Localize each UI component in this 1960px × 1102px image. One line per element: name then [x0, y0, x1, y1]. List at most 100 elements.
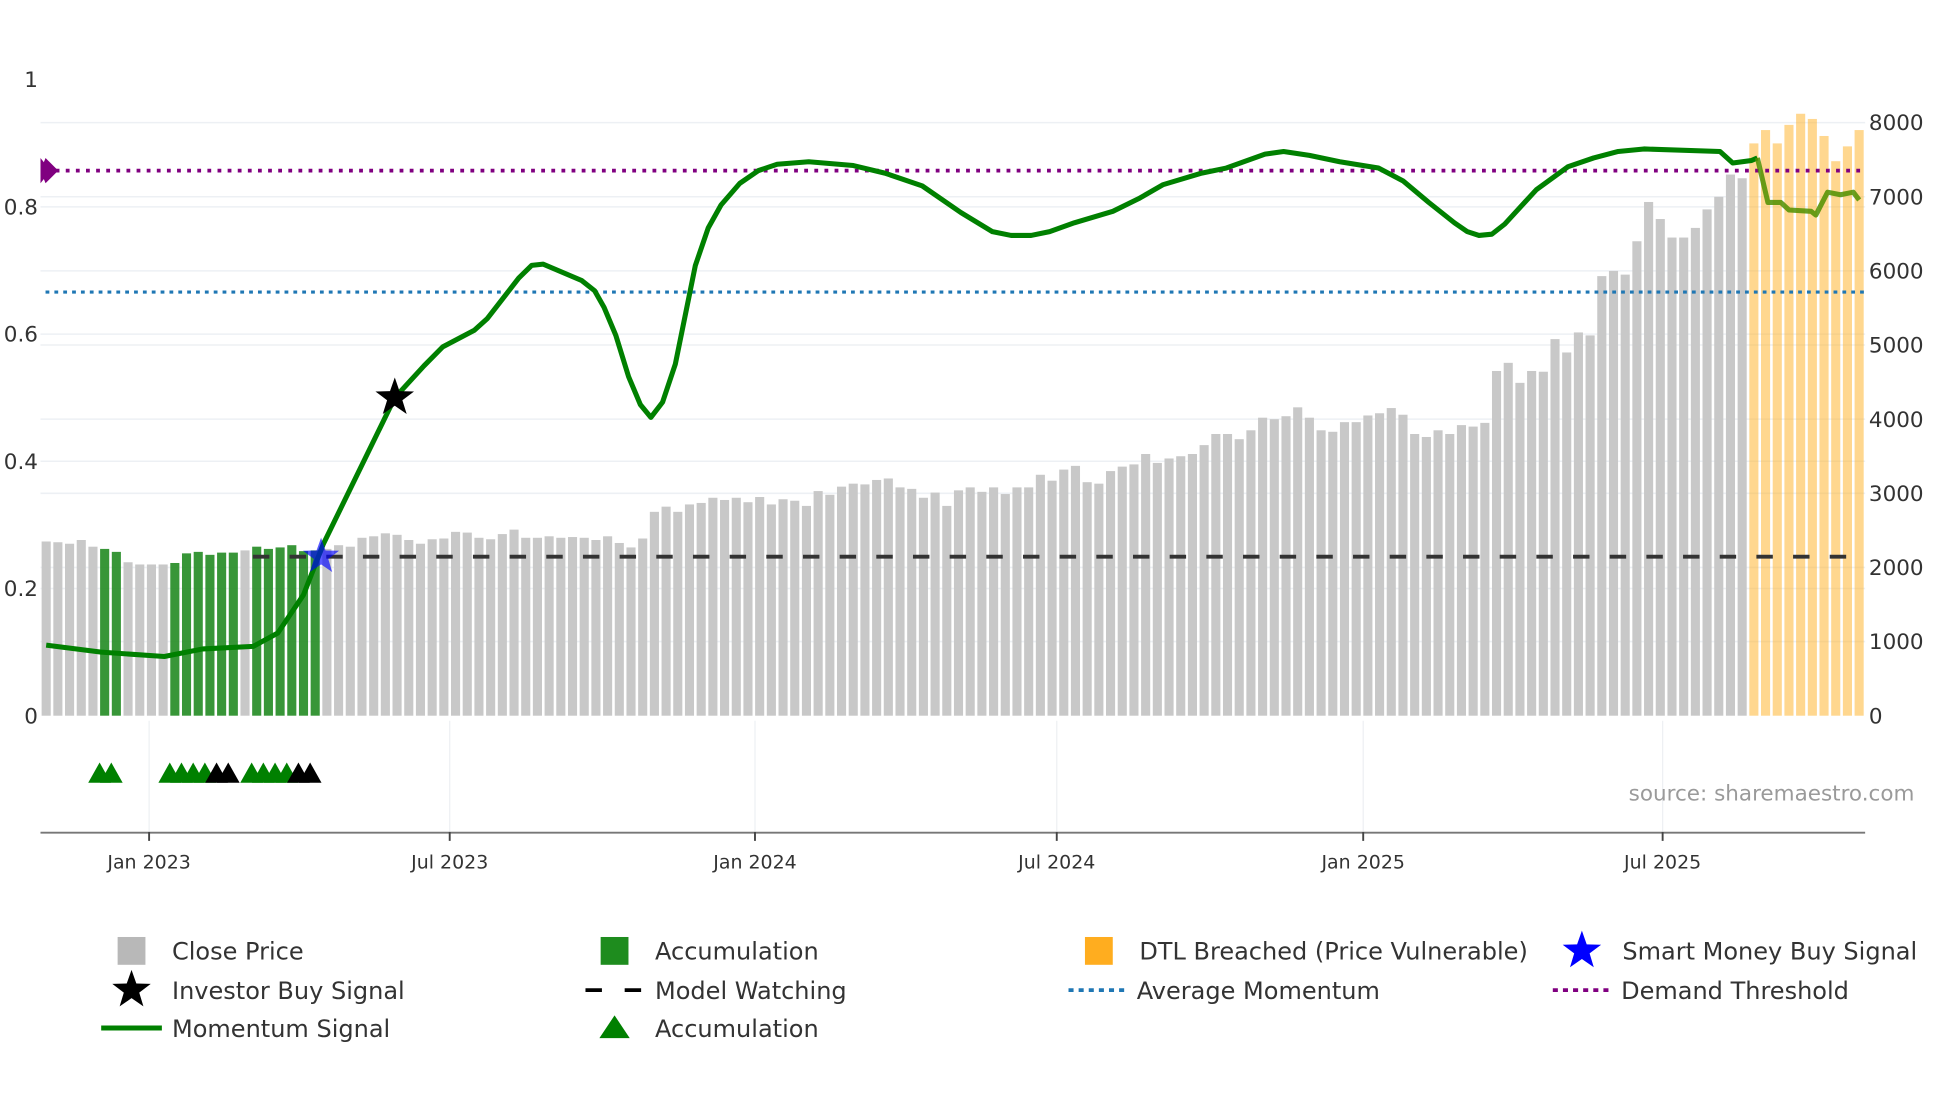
x-tick-label: Jan 2024 — [712, 852, 796, 874]
price-bar — [451, 531, 461, 716]
price-bar — [1491, 370, 1502, 716]
price-bar — [240, 550, 250, 716]
price-bar — [1293, 407, 1303, 716]
price-bar — [521, 537, 531, 716]
price-bar — [88, 546, 98, 716]
dtl-breached-bar — [1772, 143, 1782, 716]
price-bar — [1421, 436, 1431, 716]
legend-item: Smart Money Buy Signal — [1562, 930, 1917, 968]
price-bar — [1328, 431, 1338, 716]
price-bar — [1059, 469, 1069, 716]
price-bar — [942, 505, 952, 716]
accumulation-bar — [193, 551, 203, 716]
legend-item: Investor Buy Signal — [112, 969, 405, 1007]
price-bar — [1035, 474, 1045, 716]
price-bar — [1690, 227, 1700, 716]
price-bar — [1363, 415, 1373, 716]
orange-square-icon — [1084, 936, 1113, 965]
price-bar — [1725, 174, 1736, 716]
price-bar — [1597, 276, 1607, 716]
right-tick-label: 0 — [1869, 704, 1883, 729]
price-bar — [1199, 445, 1209, 716]
price-bar — [1211, 434, 1221, 716]
price-bar — [872, 479, 882, 716]
price-bar — [1000, 494, 1010, 716]
legend-label: Average Momentum — [1137, 977, 1380, 1005]
left-tick-label: 0.2 — [4, 577, 38, 602]
price-bar — [1386, 408, 1396, 716]
price-bar — [977, 491, 987, 716]
legend-label: Close Price — [172, 938, 304, 966]
legend-item: Accumulation — [600, 936, 819, 966]
price-bar — [907, 488, 917, 716]
dtl-breached-bar — [1796, 113, 1806, 716]
price-bar — [1339, 422, 1350, 716]
price-bar — [1445, 434, 1455, 716]
black-star-icon — [112, 969, 151, 1007]
price-bar — [1351, 422, 1361, 716]
price-bar — [53, 542, 63, 716]
dtl-breached-bar — [1842, 146, 1852, 716]
left-tick-label: 0 — [24, 704, 38, 729]
price-bar — [392, 534, 402, 716]
accumulation-bar — [287, 545, 297, 716]
price-bar — [825, 494, 835, 716]
legend-label: Accumulation — [655, 1015, 819, 1043]
price-bar — [591, 540, 601, 716]
dtl-breached-bar — [1831, 161, 1841, 716]
price-bar — [766, 504, 776, 716]
price-bar — [1573, 332, 1583, 716]
legend-label: DTL Breached (Price Vulnerable) — [1139, 938, 1528, 966]
right-tick-label: 2000 — [1869, 556, 1924, 581]
price-bar — [1503, 362, 1513, 716]
price-bar — [439, 538, 449, 716]
left-tick-label: 0.4 — [4, 450, 38, 475]
price-bar — [76, 540, 86, 716]
price-bar — [1094, 483, 1104, 716]
price-bar — [1082, 482, 1092, 716]
accumulation-bar — [228, 552, 238, 716]
x-tick-label: Jan 2023 — [106, 852, 190, 874]
price-bar — [1070, 465, 1081, 716]
price-bar — [579, 537, 589, 716]
price-bar — [1667, 237, 1677, 716]
price-bar — [1176, 456, 1186, 716]
price-bar — [1304, 417, 1314, 716]
price-bar — [474, 537, 484, 716]
price-bar — [801, 505, 812, 716]
right-tick-label: 6000 — [1869, 260, 1924, 285]
right-tick-label: 4000 — [1869, 408, 1924, 433]
price-bar — [626, 547, 636, 716]
right-tick-label: 3000 — [1869, 482, 1924, 507]
accumulation-bar — [170, 562, 180, 716]
price-bar — [603, 536, 613, 716]
price-bar — [836, 486, 847, 716]
price-bar — [965, 487, 975, 716]
price-bar — [918, 497, 928, 716]
dtl-breached-bar — [1761, 130, 1771, 716]
price-bar — [1281, 416, 1291, 716]
legend: Close Price Accumulation DTL Breached (Pri… — [101, 930, 1917, 1043]
price-bar — [684, 504, 695, 716]
price-bar — [989, 487, 999, 716]
price-bar — [556, 537, 566, 716]
price-bar — [123, 562, 133, 716]
price-bar — [532, 537, 542, 716]
price-bar — [953, 490, 964, 716]
price-bar — [696, 502, 706, 716]
price-bar — [673, 511, 683, 716]
x-tick-label: Jul 2024 — [1017, 852, 1095, 874]
price-bar — [720, 499, 730, 716]
right-tick-label: 7000 — [1869, 185, 1924, 210]
price-bar — [1187, 454, 1197, 716]
price-bar — [1714, 196, 1724, 716]
left-tick-label: 0.8 — [4, 195, 38, 220]
price-bar — [708, 497, 718, 716]
price-bar — [1398, 414, 1408, 716]
x-tick-label: Jul 2025 — [1623, 852, 1701, 874]
price-bar — [146, 564, 156, 716]
price-bar — [1433, 430, 1443, 716]
price-bar — [158, 564, 168, 716]
price-bar — [1608, 270, 1619, 716]
price-bar — [404, 540, 414, 716]
